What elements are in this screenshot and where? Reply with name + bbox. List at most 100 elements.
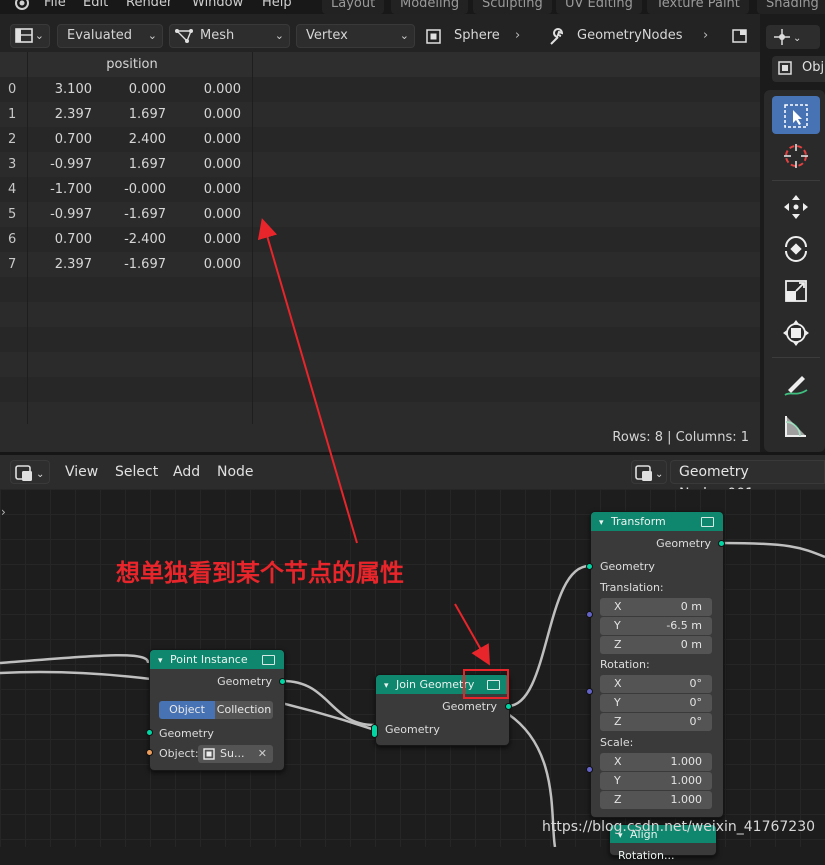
node-editor-icon: ⌄ xyxy=(15,465,44,481)
object-picker-field[interactable]: Su... ✕ xyxy=(198,745,273,763)
scale-y-field[interactable]: Y 1.000 xyxy=(600,772,712,790)
menu-window[interactable]: Window xyxy=(192,0,243,10)
row-index: 0 xyxy=(8,82,17,97)
tab-texture-paint[interactable]: Texture Paint xyxy=(647,0,749,14)
column-header-position[interactable]: position xyxy=(92,52,172,77)
cell-x: 0.700 xyxy=(54,132,92,147)
translation-z-field[interactable]: Z0 m xyxy=(600,636,712,654)
tool-move[interactable] xyxy=(772,187,820,225)
rotation-y-field[interactable]: Y 0° xyxy=(600,694,712,712)
table-header-row: position xyxy=(0,52,760,77)
evaluated-dropdown[interactable]: Evaluated ⌄ xyxy=(57,24,163,48)
mesh-dropdown[interactable]: Mesh ⌄ xyxy=(169,24,290,48)
cell-x: -1.700 xyxy=(50,182,92,197)
socket-input-geometry[interactable] xyxy=(586,563,593,570)
rotation-x-field[interactable]: X 0° xyxy=(600,675,712,693)
measure-icon xyxy=(785,416,806,437)
tool-cursor[interactable] xyxy=(772,136,820,174)
output-label-geometry: Geometry xyxy=(217,675,272,688)
menu-view[interactable]: View xyxy=(65,455,98,489)
scale-z-field[interactable]: Z 1.000 xyxy=(600,791,712,809)
tool-rotate[interactable] xyxy=(772,229,820,267)
empty-row xyxy=(0,327,760,352)
tool-measure[interactable] xyxy=(772,406,820,444)
mode-object-button[interactable]: Object xyxy=(159,701,215,719)
blender-logo-icon[interactable] xyxy=(13,0,31,12)
transform-icon xyxy=(783,320,809,346)
node-point-instance[interactable]: ▾ Point Instance Geometry Object Collect… xyxy=(149,649,285,771)
breadcrumb-modifier[interactable]: GeometryNodes xyxy=(577,24,683,48)
cell-y: -1.697 xyxy=(124,257,166,272)
cell-y: -1.697 xyxy=(124,207,166,222)
collapse-arrow-icon[interactable]: ▾ xyxy=(158,656,163,666)
socket-input-translation[interactable] xyxy=(586,611,593,618)
mesh-icon xyxy=(175,29,193,43)
collapse-arrow-icon[interactable]: ▾ xyxy=(384,681,389,691)
menu-select[interactable]: Select xyxy=(115,455,158,489)
tab-uv-editing[interactable]: UV Editing xyxy=(556,0,642,14)
tool-scale[interactable] xyxy=(772,271,820,309)
node-header[interactable]: ▾ Point Instance xyxy=(150,650,284,669)
cell-y: 1.697 xyxy=(128,107,166,122)
column-divider[interactable] xyxy=(252,52,253,424)
mode-collection-button[interactable]: Collection xyxy=(215,701,273,719)
socket-input-geometry-multi[interactable] xyxy=(371,724,378,738)
scale-x-field[interactable]: X 1.000 xyxy=(600,753,712,771)
toggle-selected-only-icon[interactable] xyxy=(731,27,749,45)
output-label-geometry: Geometry xyxy=(442,700,497,713)
tool-annotate[interactable] xyxy=(772,364,820,402)
domain-dropdown[interactable]: Vertex ⌄ xyxy=(296,24,415,48)
collapse-arrow-icon[interactable]: ▾ xyxy=(599,518,604,528)
tool-select-box[interactable] xyxy=(772,96,820,134)
node-transform[interactable]: ▾ Transform Geometry Geometry Translatio… xyxy=(590,511,724,818)
annotation-text: 想单独看到某个节点的属性 xyxy=(116,559,404,587)
cell-x: 2.397 xyxy=(54,257,92,272)
clear-icon[interactable]: ✕ xyxy=(258,745,267,763)
watermark: https://blog.csdn.net/weixin_41767230 xyxy=(542,819,816,835)
menu-file[interactable]: File xyxy=(44,0,66,10)
tab-shading[interactable]: Shading xyxy=(757,0,825,14)
socket-input-object[interactable] xyxy=(146,749,153,756)
column-divider xyxy=(27,52,28,424)
socket-output-geometry[interactable] xyxy=(505,703,512,710)
menu-node[interactable]: Node xyxy=(217,455,254,489)
viewer-icon[interactable] xyxy=(262,655,275,665)
node-tree-name-field[interactable]: Geometry Nodes.001 xyxy=(670,460,825,502)
input-label-geometry: Geometry xyxy=(159,727,214,740)
tool-transform[interactable] xyxy=(772,313,820,351)
translation-x-field[interactable]: X0 m xyxy=(600,598,712,616)
node-tree-browse[interactable]: ⌄ xyxy=(631,460,667,484)
editor-type-selector[interactable]: ⌄ xyxy=(10,24,50,48)
breadcrumb-object[interactable]: Sphere xyxy=(454,24,500,48)
cell-z: 0.000 xyxy=(203,232,241,247)
node-title: Point Instance xyxy=(170,653,248,666)
input-label-geometry: Geometry xyxy=(600,560,655,573)
socket-input-geometry[interactable] xyxy=(146,729,153,736)
socket-input-rotation[interactable] xyxy=(586,688,593,695)
menu-help[interactable]: Help xyxy=(262,0,292,10)
node-header[interactable]: ▾ Transform xyxy=(591,512,723,531)
node-editor-header: ⌄ View Select Add Node ⌄ Geometry Nodes.… xyxy=(0,455,825,502)
rotation-z-field[interactable]: Z 0° xyxy=(600,713,712,731)
editor-type-selector[interactable]: ⌄ xyxy=(10,460,50,484)
row-index: 3 xyxy=(8,157,17,172)
viewer-icon[interactable] xyxy=(701,517,714,527)
link-wire xyxy=(282,679,375,727)
cell-z: 0.000 xyxy=(203,182,241,197)
tool-divider xyxy=(772,357,820,358)
socket-input-scale[interactable] xyxy=(586,766,593,773)
menu-edit[interactable]: Edit xyxy=(83,0,108,10)
cell-x: 3.100 xyxy=(54,82,92,97)
socket-output-geometry[interactable] xyxy=(279,678,286,685)
object-mode-dropdown[interactable]: Obj xyxy=(772,56,825,82)
cursor-icon xyxy=(784,144,808,168)
menu-add[interactable]: Add xyxy=(173,455,200,489)
tab-modeling[interactable]: Modeling xyxy=(391,0,469,14)
translation-y-field[interactable]: Y -6.5 m xyxy=(600,617,712,635)
gizmo-dropdown[interactable]: ⌄ xyxy=(766,25,820,49)
menu-render[interactable]: Render xyxy=(126,0,172,10)
tab-sculpting[interactable]: Sculpting xyxy=(473,0,552,14)
socket-output-geometry[interactable] xyxy=(718,540,725,547)
empty-row xyxy=(0,302,760,327)
tab-layout[interactable]: Layout xyxy=(322,0,385,14)
